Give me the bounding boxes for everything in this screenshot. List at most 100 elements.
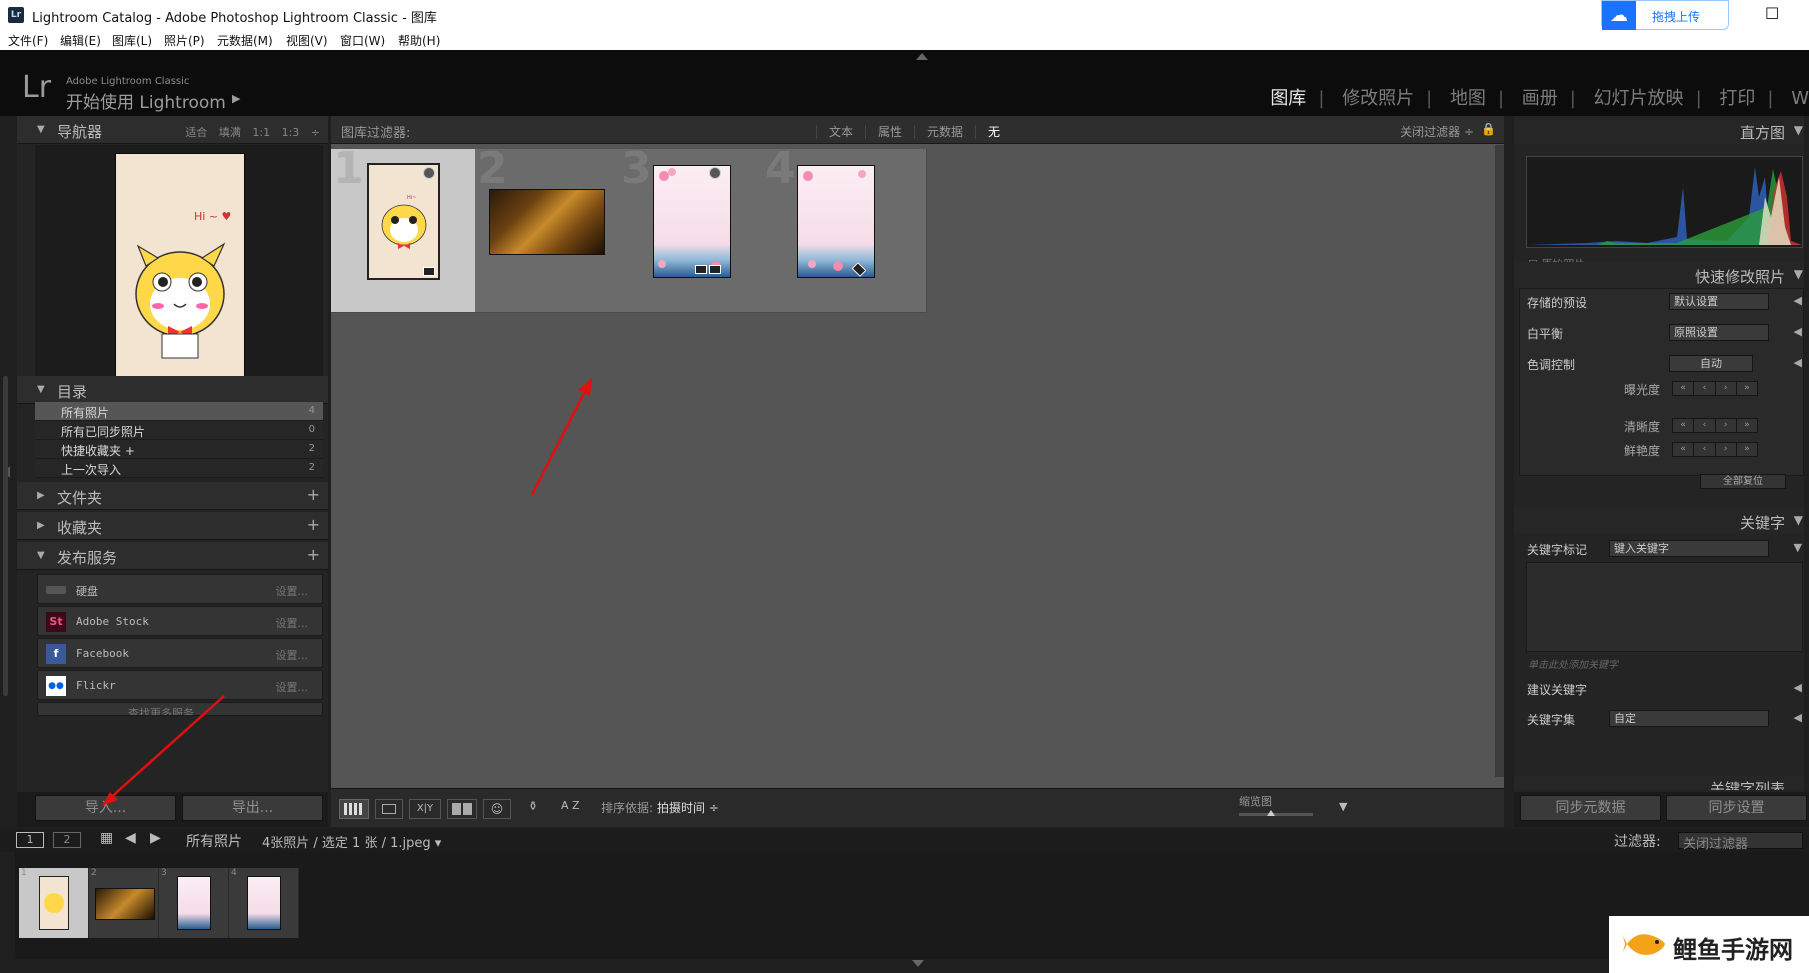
folders-header[interactable]: ▶ 文件夹 + [17,482,328,510]
filter-text[interactable]: 文本 [816,125,866,139]
compare-view-icon[interactable]: X|Y [409,799,441,819]
upload-widget[interactable]: ☁ 拖拽上传 [1601,0,1729,30]
loupe-view-icon[interactable] [375,799,403,819]
navigator-zoom-options[interactable]: 适合 填满 1:1 1:3 ÷ [185,124,320,140]
forward-arrow-icon[interactable]: ▶ [150,830,161,846]
catalog-header[interactable]: ▼ 目录 [17,376,328,404]
sync-settings-button[interactable]: 同步设置 [1666,795,1807,821]
people-view-icon[interactable]: ☺ [483,799,511,819]
menu-view[interactable]: 视图(V) [286,32,328,49]
expand-left-icon[interactable]: ◀ [1794,711,1802,724]
catalog-item-previous-import[interactable]: 上一次导入 2 [35,459,323,478]
expand-left-icon[interactable]: ◀ [1794,681,1802,694]
publish-flickr[interactable]: ●● Flickr 设置... [37,670,323,700]
grid-cell-3[interactable]: 3 [619,143,783,313]
lock-icon[interactable]: 🔒 [1481,122,1496,136]
histogram-header[interactable]: 直方图 ▼ [1514,118,1809,144]
reset-all-button[interactable]: 全部复位 [1700,474,1786,489]
filmstrip-filter-select[interactable]: 关闭过滤器 [1678,832,1803,852]
publish-setup-link[interactable]: 设置... [276,583,309,599]
play-icon[interactable]: ▶ [232,92,240,105]
menu-file[interactable]: 文件(F) [8,32,48,49]
exposure-stepper[interactable]: «‹ ›» [1672,381,1758,396]
quick-develop-header[interactable]: 快速修改照片 ▼ [1514,262,1809,288]
menu-library[interactable]: 图库(L) [112,32,152,49]
menu-photo[interactable]: 照片(P) [164,32,205,49]
module-slideshow[interactable]: 幻灯片放映 [1582,84,1696,110]
film-cell-2[interactable]: 2 [89,868,159,938]
find-more-services[interactable]: 查找更多服务 [37,702,323,716]
grid-cell-1[interactable]: 1 Hi~ [331,143,495,313]
collapse-top-panel-icon[interactable] [916,53,928,60]
catalog-item-all-photos[interactable]: 所有照片 4 [35,402,323,421]
module-develop[interactable]: 修改照片 [1330,84,1426,110]
left-panel-scrollbar[interactable] [3,376,8,696]
survey-view-icon[interactable] [447,799,477,819]
sync-metadata-button[interactable]: 同步元数据 [1520,795,1661,821]
film-cell-1[interactable]: 1 [19,868,89,938]
module-print[interactable]: 打印 [1707,84,1767,110]
publish-hard-drive[interactable]: 硬盘 设置... [37,574,323,604]
catalog-item-synced[interactable]: 所有已同步照片 0 [35,421,323,440]
grid-scrollbar[interactable] [1495,145,1504,777]
grid-view-icon[interactable] [339,799,369,819]
keywording-header[interactable]: 关键字 ▼ [1514,508,1809,534]
source-label[interactable]: 所有照片 [186,831,242,851]
add-folder-icon[interactable]: + [307,485,320,504]
clarity-stepper[interactable]: «‹ ›» [1672,418,1758,433]
publish-adobe-stock[interactable]: St Adobe Stock 设置... [37,606,323,636]
film-cell-3[interactable]: 3 [159,868,229,938]
sort-dropdown[interactable]: 拍摄时间 ÷ [657,799,719,819]
menu-edit[interactable]: 编辑(E) [60,32,101,49]
publish-header[interactable]: ▼ 发布服务 + [17,542,328,570]
back-arrow-icon[interactable]: ◀ [125,830,136,846]
publish-setup-link[interactable]: 设置... [276,615,309,631]
auto-tone-button[interactable]: 自动 [1669,355,1753,372]
selection-info[interactable]: 4张照片 / 选定 1 张 / 1.jpeg ▾ [262,832,441,851]
collections-header[interactable]: ▶ 收藏夹 + [17,512,328,540]
module-library[interactable]: 图库 [1258,84,1318,110]
add-collection-icon[interactable]: + [307,515,320,534]
menu-metadata[interactable]: 元数据(M) [217,32,273,49]
keyword-text-area[interactable] [1526,562,1803,652]
collapse-filmstrip-icon[interactable] [912,960,924,967]
white-balance-select[interactable]: 原照设置 [1669,324,1769,341]
publish-facebook[interactable]: f Facebook 设置... [37,638,323,668]
filter-none[interactable]: 无 [975,125,1013,139]
primary-window-button[interactable]: 1 [16,832,44,848]
expand-left-icon[interactable]: ◀ [1794,356,1802,369]
get-started-link[interactable]: 开始使用 Lightroom [66,88,226,113]
filter-metadata[interactable]: 元数据 [914,125,976,139]
maximize-button[interactable]: ☐ [1765,4,1779,23]
publish-setup-link[interactable]: 设置... [276,647,309,663]
export-button[interactable]: 导出... [182,795,323,821]
secondary-window-button[interactable]: 2 [53,832,81,848]
filter-attribute[interactable]: 属性 [865,125,915,139]
catalog-item-quick-collection[interactable]: 快捷收藏夹 + 2 [35,440,323,459]
grid-icon[interactable]: ▦ [100,830,113,846]
keyword-suggestions-row[interactable]: 建议关键字 ◀ [1519,676,1804,702]
sort-direction-icon[interactable]: A Z [561,799,580,819]
grid-cell-4[interactable]: 4 [763,143,927,313]
menu-window[interactable]: 窗口(W) [340,32,385,49]
keyword-set-select[interactable]: 自定 [1609,710,1769,727]
slider-handle[interactable] [1267,810,1275,816]
toolbar-menu-icon[interactable]: ▼ [1339,800,1347,820]
vibrance-stepper[interactable]: «‹ ›» [1672,442,1758,457]
flag-badge-icon[interactable] [423,167,435,179]
film-cell-4[interactable]: 4 [229,868,299,938]
add-publish-service-icon[interactable]: + [307,545,320,564]
menu-help[interactable]: 帮助(H) [398,32,440,49]
flag-badge-icon[interactable] [709,167,721,179]
filter-off-dropdown[interactable]: 关闭过滤器 ÷ [1400,123,1474,140]
expand-left-icon[interactable]: ◀ [1794,325,1802,338]
saved-preset-select[interactable]: 默认设置 [1669,293,1769,310]
expand-down-icon[interactable]: ▼ [1794,541,1802,554]
keyword-hint[interactable]: 单击此处添加关键字 [1528,656,1618,671]
grid-cell-2[interactable]: 2 [475,143,639,313]
publish-setup-link[interactable]: 设置... [276,679,309,695]
painter-icon[interactable]: ⚱ [526,799,540,819]
module-web[interactable]: W [1779,88,1809,109]
import-button[interactable]: 导入... [35,795,176,821]
module-book[interactable]: 画册 [1510,84,1570,110]
